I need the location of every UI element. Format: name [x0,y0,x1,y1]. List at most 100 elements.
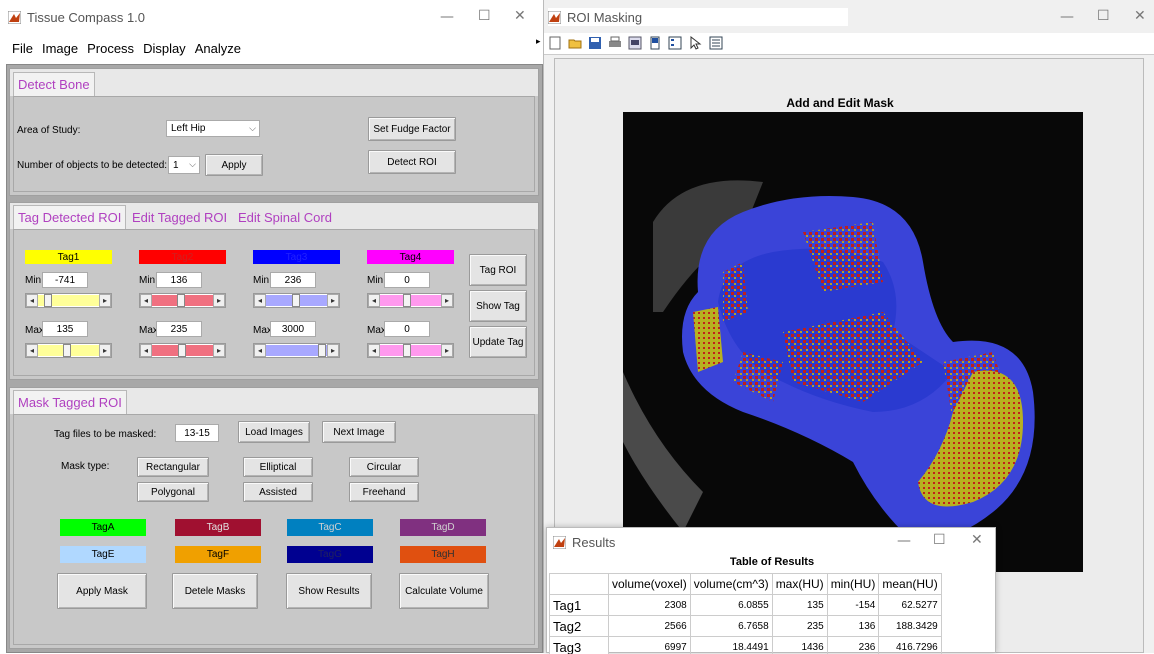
slider-thumb[interactable] [403,294,411,307]
chevron-left-icon[interactable]: ◂ [140,344,152,357]
assisted-button[interactable]: Assisted [243,482,313,502]
tag-e-swatch[interactable]: TagE [60,546,146,563]
apply-mask-button[interactable]: Apply Mask [57,573,147,609]
slider-thumb[interactable] [177,294,185,307]
tag2-min-field[interactable]: 136 [156,272,202,288]
column-header[interactable]: volume(cm^3) [690,574,772,595]
tag-files-field[interactable]: 13-15 [175,424,219,442]
delete-masks-button[interactable]: Detele Masks [172,573,258,609]
chevron-right-icon[interactable]: ▸ [213,344,225,357]
close-icon[interactable]: ✕ [1134,8,1146,24]
tag1-min-field[interactable]: -741 [42,272,88,288]
chevron-right-icon[interactable]: ▸ [441,344,453,357]
calculate-volume-button[interactable]: Calculate Volume [399,573,489,609]
tag4-min-slider[interactable]: ◂▸ [367,293,454,308]
new-file-icon[interactable] [548,36,562,50]
slider-thumb[interactable] [44,294,52,307]
menu-image[interactable]: Image [42,41,78,56]
legend-icon[interactable] [668,36,682,50]
detect-roi-button[interactable]: Detect ROI [368,150,456,174]
menu-process[interactable]: Process [87,41,134,56]
tag-h-swatch[interactable]: TagH [400,546,486,563]
column-header[interactable]: volume(voxel) [609,574,691,595]
menu-analyze[interactable]: Analyze [195,41,241,56]
ct-mask-image[interactable] [623,111,1083,573]
chevron-right-icon[interactable]: ▸ [99,344,111,357]
tab-tag-detected-roi[interactable]: Tag Detected ROI [13,205,126,229]
tag2-max-field[interactable]: 235 [156,321,202,337]
chevron-left-icon[interactable]: ◂ [368,344,380,357]
tag4-max-field[interactable]: 0 [384,321,430,337]
save-icon[interactable] [588,36,602,50]
chevron-left-icon[interactable]: ◂ [140,294,152,307]
slider-thumb[interactable] [292,294,300,307]
next-image-button[interactable]: Next Image [322,421,396,443]
maximize-icon[interactable]: ☐ [933,532,946,548]
polygonal-button[interactable]: Polygonal [137,482,209,502]
tag2-swatch[interactable]: Tag2 [139,250,226,264]
tag-roi-button[interactable]: Tag ROI [469,254,527,286]
tag-c-swatch[interactable]: TagC [287,519,373,536]
chevron-left-icon[interactable]: ◂ [368,294,380,307]
tab-mask-tagged-roi[interactable]: Mask Tagged ROI [13,390,127,414]
table-row[interactable]: Tag1 2308 6.0855 135 -154 62.5277 [550,595,942,616]
slider-thumb[interactable] [178,344,186,357]
chevron-left-icon[interactable]: ◂ [254,294,266,307]
chevron-right-icon[interactable]: ▸ [327,294,339,307]
tag3-swatch[interactable]: Tag3 [253,250,340,264]
apply-button[interactable]: Apply [205,154,263,176]
minimize-icon[interactable]: — [440,9,454,25]
tag1-max-field[interactable]: 135 [42,321,88,337]
tag3-max-field[interactable]: 3000 [270,321,316,337]
show-results-button[interactable]: Show Results [286,573,372,609]
tag-d-swatch[interactable]: TagD [400,519,486,536]
rectangular-button[interactable]: Rectangular [137,457,209,477]
close-icon[interactable]: ✕ [514,8,526,24]
tag1-swatch[interactable]: Tag1 [25,250,112,264]
objects-dropdown[interactable]: 1 ⌵ [168,156,200,174]
tag-a-swatch[interactable]: TagA [60,519,146,536]
tag3-min-field[interactable]: 236 [270,272,316,288]
minimize-icon[interactable]: — [1060,9,1074,25]
maximize-icon[interactable]: ☐ [1097,8,1110,24]
column-header[interactable]: mean(HU) [879,574,941,595]
tag-f-swatch[interactable]: TagF [175,546,261,563]
tag4-swatch[interactable]: Tag4 [367,250,454,264]
column-header[interactable]: max(HU) [772,574,827,595]
minimize-icon[interactable]: — [897,533,911,549]
menu-display[interactable]: Display [143,41,186,56]
tab-detect-bone[interactable]: Detect Bone [13,72,95,96]
slider-thumb[interactable] [403,344,411,357]
set-fudge-factor-button[interactable]: Set Fudge Factor [368,117,456,141]
chevron-left-icon[interactable]: ◂ [26,344,38,357]
tag2-min-slider[interactable]: ◂▸ [139,293,226,308]
tag1-max-slider[interactable]: ◂▸ [25,343,112,358]
load-images-button[interactable]: Load Images [238,421,310,443]
chevron-right-icon[interactable]: ▸ [441,294,453,307]
tag4-min-field[interactable]: 0 [384,272,430,288]
tag3-max-slider[interactable]: ◂▸ [253,343,340,358]
chevron-left-icon[interactable]: ◂ [254,344,266,357]
chevron-right-icon[interactable]: ▸ [327,344,339,357]
tag-b-swatch[interactable]: TagB [175,519,261,536]
tag4-max-slider[interactable]: ◂▸ [367,343,454,358]
tag-g-swatch[interactable]: TagG [287,546,373,563]
print-icon[interactable] [608,36,622,50]
print-preview-icon[interactable] [628,36,642,50]
pointer-icon[interactable] [688,36,702,50]
property-inspector-icon[interactable] [709,36,723,50]
area-of-study-dropdown[interactable]: Left Hip ⌵ [166,120,260,137]
colorbar-icon[interactable] [648,36,662,50]
chevron-left-icon[interactable]: ◂ [26,294,38,307]
slider-thumb[interactable] [63,344,71,357]
chevron-right-icon[interactable]: ▸ [99,294,111,307]
tag3-min-slider[interactable]: ◂▸ [253,293,340,308]
freehand-button[interactable]: Freehand [349,482,419,502]
elliptical-button[interactable]: Elliptical [243,457,313,477]
open-folder-icon[interactable] [568,36,582,50]
table-row[interactable]: Tag2 2566 6.7658 235 136 188.3429 [550,616,942,637]
chevron-right-icon[interactable]: ▸ [213,294,225,307]
maximize-icon[interactable]: ☐ [478,8,491,24]
tab-edit-spinal-cord[interactable]: Edit Spinal Cord [234,206,336,230]
table-row[interactable]: Tag3 6997 18.4491 1436 236 416.7296 [550,637,942,654]
